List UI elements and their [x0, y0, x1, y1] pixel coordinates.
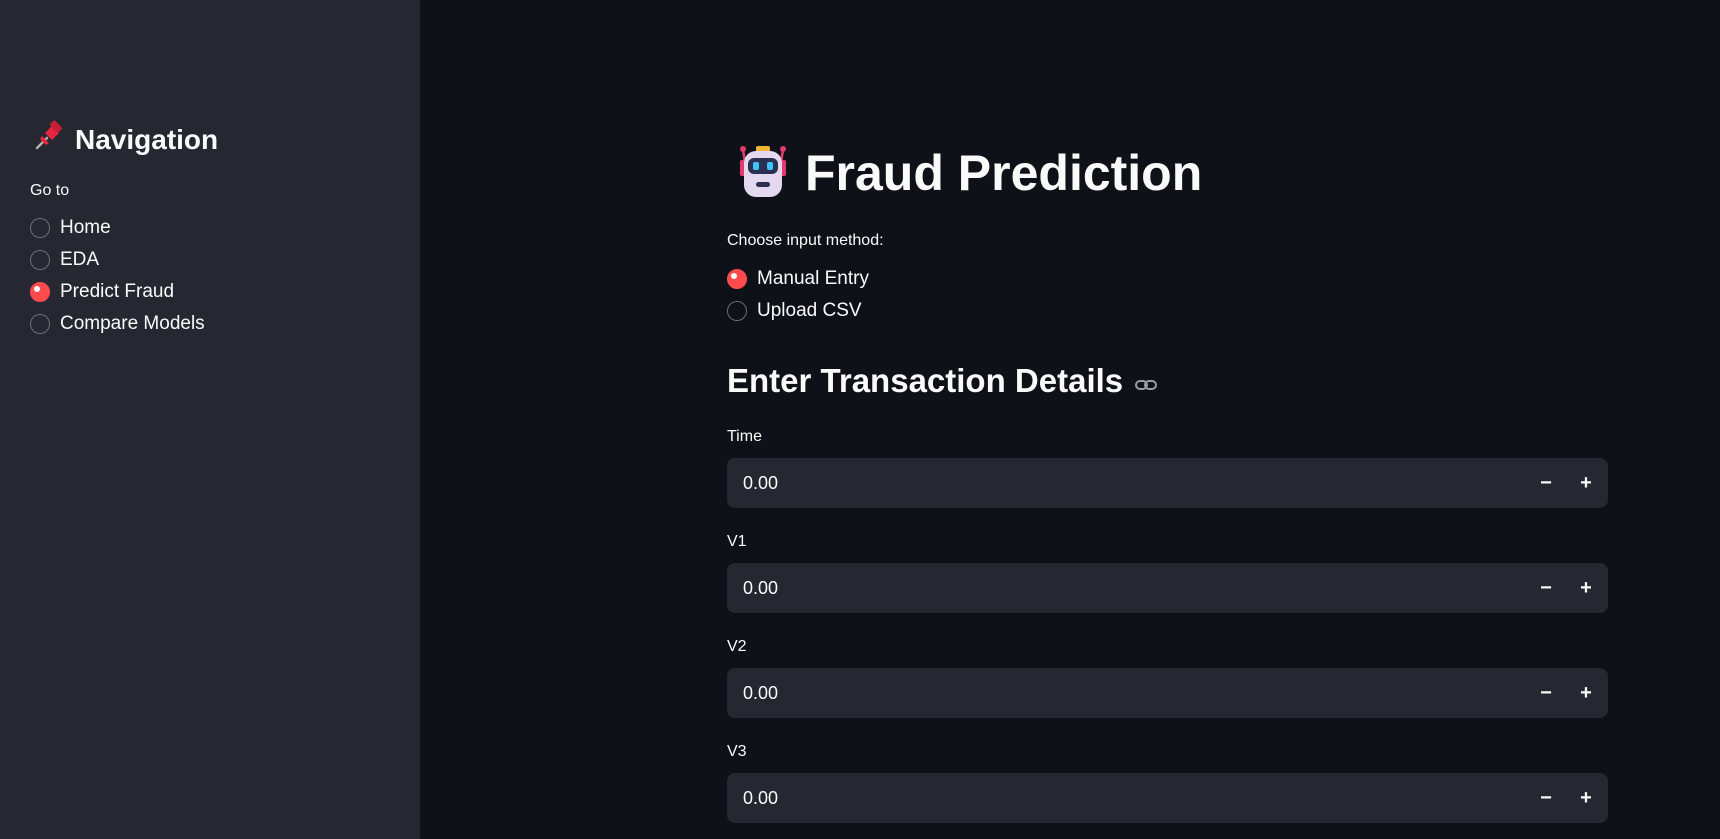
sidebar-title: Navigation	[33, 120, 218, 159]
input-method-radio-group: Manual Entry Upload CSV	[727, 268, 869, 322]
v1-number-input[interactable]: 0.00 − +	[727, 563, 1608, 613]
increment-button[interactable]: +	[1566, 563, 1606, 613]
page-header: Fraud Prediction	[735, 140, 1202, 205]
decrement-button[interactable]: −	[1526, 458, 1566, 508]
time-value[interactable]: 0.00	[743, 473, 1526, 494]
pushpin-icon	[33, 120, 65, 159]
radio-button[interactable]	[30, 314, 50, 334]
radio-button[interactable]	[727, 301, 747, 321]
increment-button[interactable]: +	[1566, 668, 1606, 718]
radio-button[interactable]	[30, 250, 50, 270]
nav-radio-group: Home EDA Predict Fraud Compare Models	[30, 217, 205, 335]
radio-button-selected[interactable]	[727, 269, 747, 289]
input-method-label: Choose input method:	[727, 232, 884, 249]
v2-number-input[interactable]: 0.00 − +	[727, 668, 1608, 718]
sidebar-title-text: Navigation	[75, 123, 219, 155]
field-label-v2: V2	[727, 638, 747, 655]
app: Navigation Go to Home EDA Predict Fraud …	[0, 0, 1720, 839]
decrement-button[interactable]: −	[1526, 668, 1566, 718]
v2-value[interactable]: 0.00	[743, 683, 1526, 704]
radio-button[interactable]	[30, 218, 50, 238]
section-title: Enter Transaction Details	[727, 362, 1124, 399]
v3-number-input[interactable]: 0.00 − +	[727, 773, 1608, 823]
field-label-v3: V3	[727, 743, 747, 760]
nav-option-label: Home	[60, 217, 111, 238]
nav-option-label: Compare Models	[60, 313, 205, 334]
main-content: Fraud Prediction Choose input method: Ma…	[420, 0, 1720, 839]
option-upload-csv[interactable]: Upload CSV	[727, 300, 869, 322]
decrement-button[interactable]: −	[1526, 773, 1566, 823]
robot-icon	[735, 140, 791, 205]
nav-option-home[interactable]: Home	[30, 217, 205, 239]
field-label-time: Time	[727, 428, 762, 445]
nav-option-predict-fraud[interactable]: Predict Fraud	[30, 281, 205, 303]
nav-option-label: Predict Fraud	[60, 281, 175, 302]
increment-button[interactable]: +	[1566, 458, 1606, 508]
section-header: Enter Transaction Details	[727, 362, 1158, 400]
v3-value[interactable]: 0.00	[743, 788, 1526, 809]
goto-label: Go to	[30, 182, 70, 199]
nav-option-label: EDA	[60, 249, 100, 270]
option-label: Manual Entry	[757, 268, 869, 289]
page-title: Fraud Prediction	[805, 144, 1203, 201]
time-number-input[interactable]: 0.00 − +	[727, 458, 1608, 508]
sidebar: Navigation Go to Home EDA Predict Fraud …	[0, 0, 420, 839]
option-manual-entry[interactable]: Manual Entry	[727, 268, 869, 290]
v1-value[interactable]: 0.00	[743, 578, 1526, 599]
decrement-button[interactable]: −	[1526, 563, 1566, 613]
link-icon[interactable]	[1135, 362, 1158, 400]
nav-option-compare-models[interactable]: Compare Models	[30, 313, 205, 335]
increment-button[interactable]: +	[1566, 773, 1606, 823]
radio-button-selected[interactable]	[30, 282, 50, 302]
nav-option-eda[interactable]: EDA	[30, 249, 205, 271]
option-label: Upload CSV	[757, 300, 862, 321]
field-label-v1: V1	[727, 533, 747, 550]
